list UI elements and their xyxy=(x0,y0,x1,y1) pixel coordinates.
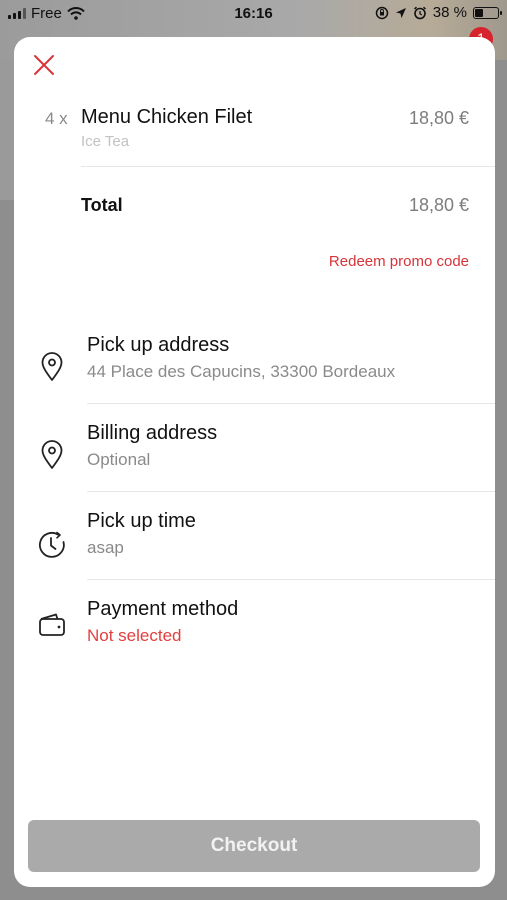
payment-method-value: Not selected xyxy=(87,626,182,645)
checkout-sheet: 4 x Menu Chicken Filet Ice Tea 18,80 € T… xyxy=(14,37,495,887)
wallet-icon xyxy=(39,613,65,636)
pickup-time-title: Pick up time xyxy=(87,510,196,532)
rotation-lock-icon xyxy=(375,6,389,19)
total-label: Total xyxy=(81,195,123,215)
divider xyxy=(81,166,495,167)
order-quantity: 4 x xyxy=(45,109,68,128)
divider xyxy=(87,403,495,404)
battery-level xyxy=(475,8,483,17)
divider xyxy=(87,491,495,492)
pickup-address-title: Pick up address xyxy=(87,334,230,356)
location-arrow-icon xyxy=(395,7,406,18)
location-pin-icon xyxy=(41,352,63,381)
payment-method-title: Payment method xyxy=(87,598,239,620)
battery-icon xyxy=(473,6,502,19)
battery-percent: 38 % xyxy=(432,4,467,21)
payment-method-row[interactable]: Payment method Not selected xyxy=(14,598,495,684)
background-strip xyxy=(0,60,14,200)
pickup-time-value: asap xyxy=(87,538,124,557)
pickup-address-row[interactable]: Pick up address 44 Place des Capucins, 3… xyxy=(14,334,495,420)
billing-address-value: Optional xyxy=(87,450,151,469)
clock-icon xyxy=(38,531,65,558)
pickup-time-row[interactable]: Pick up time asap xyxy=(14,510,495,596)
checkout-button[interactable]: Checkout xyxy=(28,820,480,872)
billing-address-title: Billing address xyxy=(87,422,218,444)
status-right: 38 % xyxy=(375,4,502,21)
order-item-name: Menu Chicken Filet xyxy=(81,106,253,128)
order-item-variant: Ice Tea xyxy=(81,133,130,150)
close-button[interactable] xyxy=(30,51,58,79)
status-bar: Free 16:16 38 % xyxy=(0,0,507,28)
order-item-price: 18,80 € xyxy=(408,108,469,128)
alarm-icon xyxy=(413,6,426,19)
close-icon xyxy=(34,55,54,75)
billing-address-row[interactable]: Billing address Optional xyxy=(14,422,495,508)
divider xyxy=(87,579,495,580)
pickup-address-value: 44 Place des Capucins, 33300 Bordeaux xyxy=(87,362,396,381)
total-value: 18,80 € xyxy=(408,195,469,215)
redeem-promo-link[interactable]: Redeem promo code xyxy=(329,253,469,270)
location-pin-icon xyxy=(41,440,63,469)
